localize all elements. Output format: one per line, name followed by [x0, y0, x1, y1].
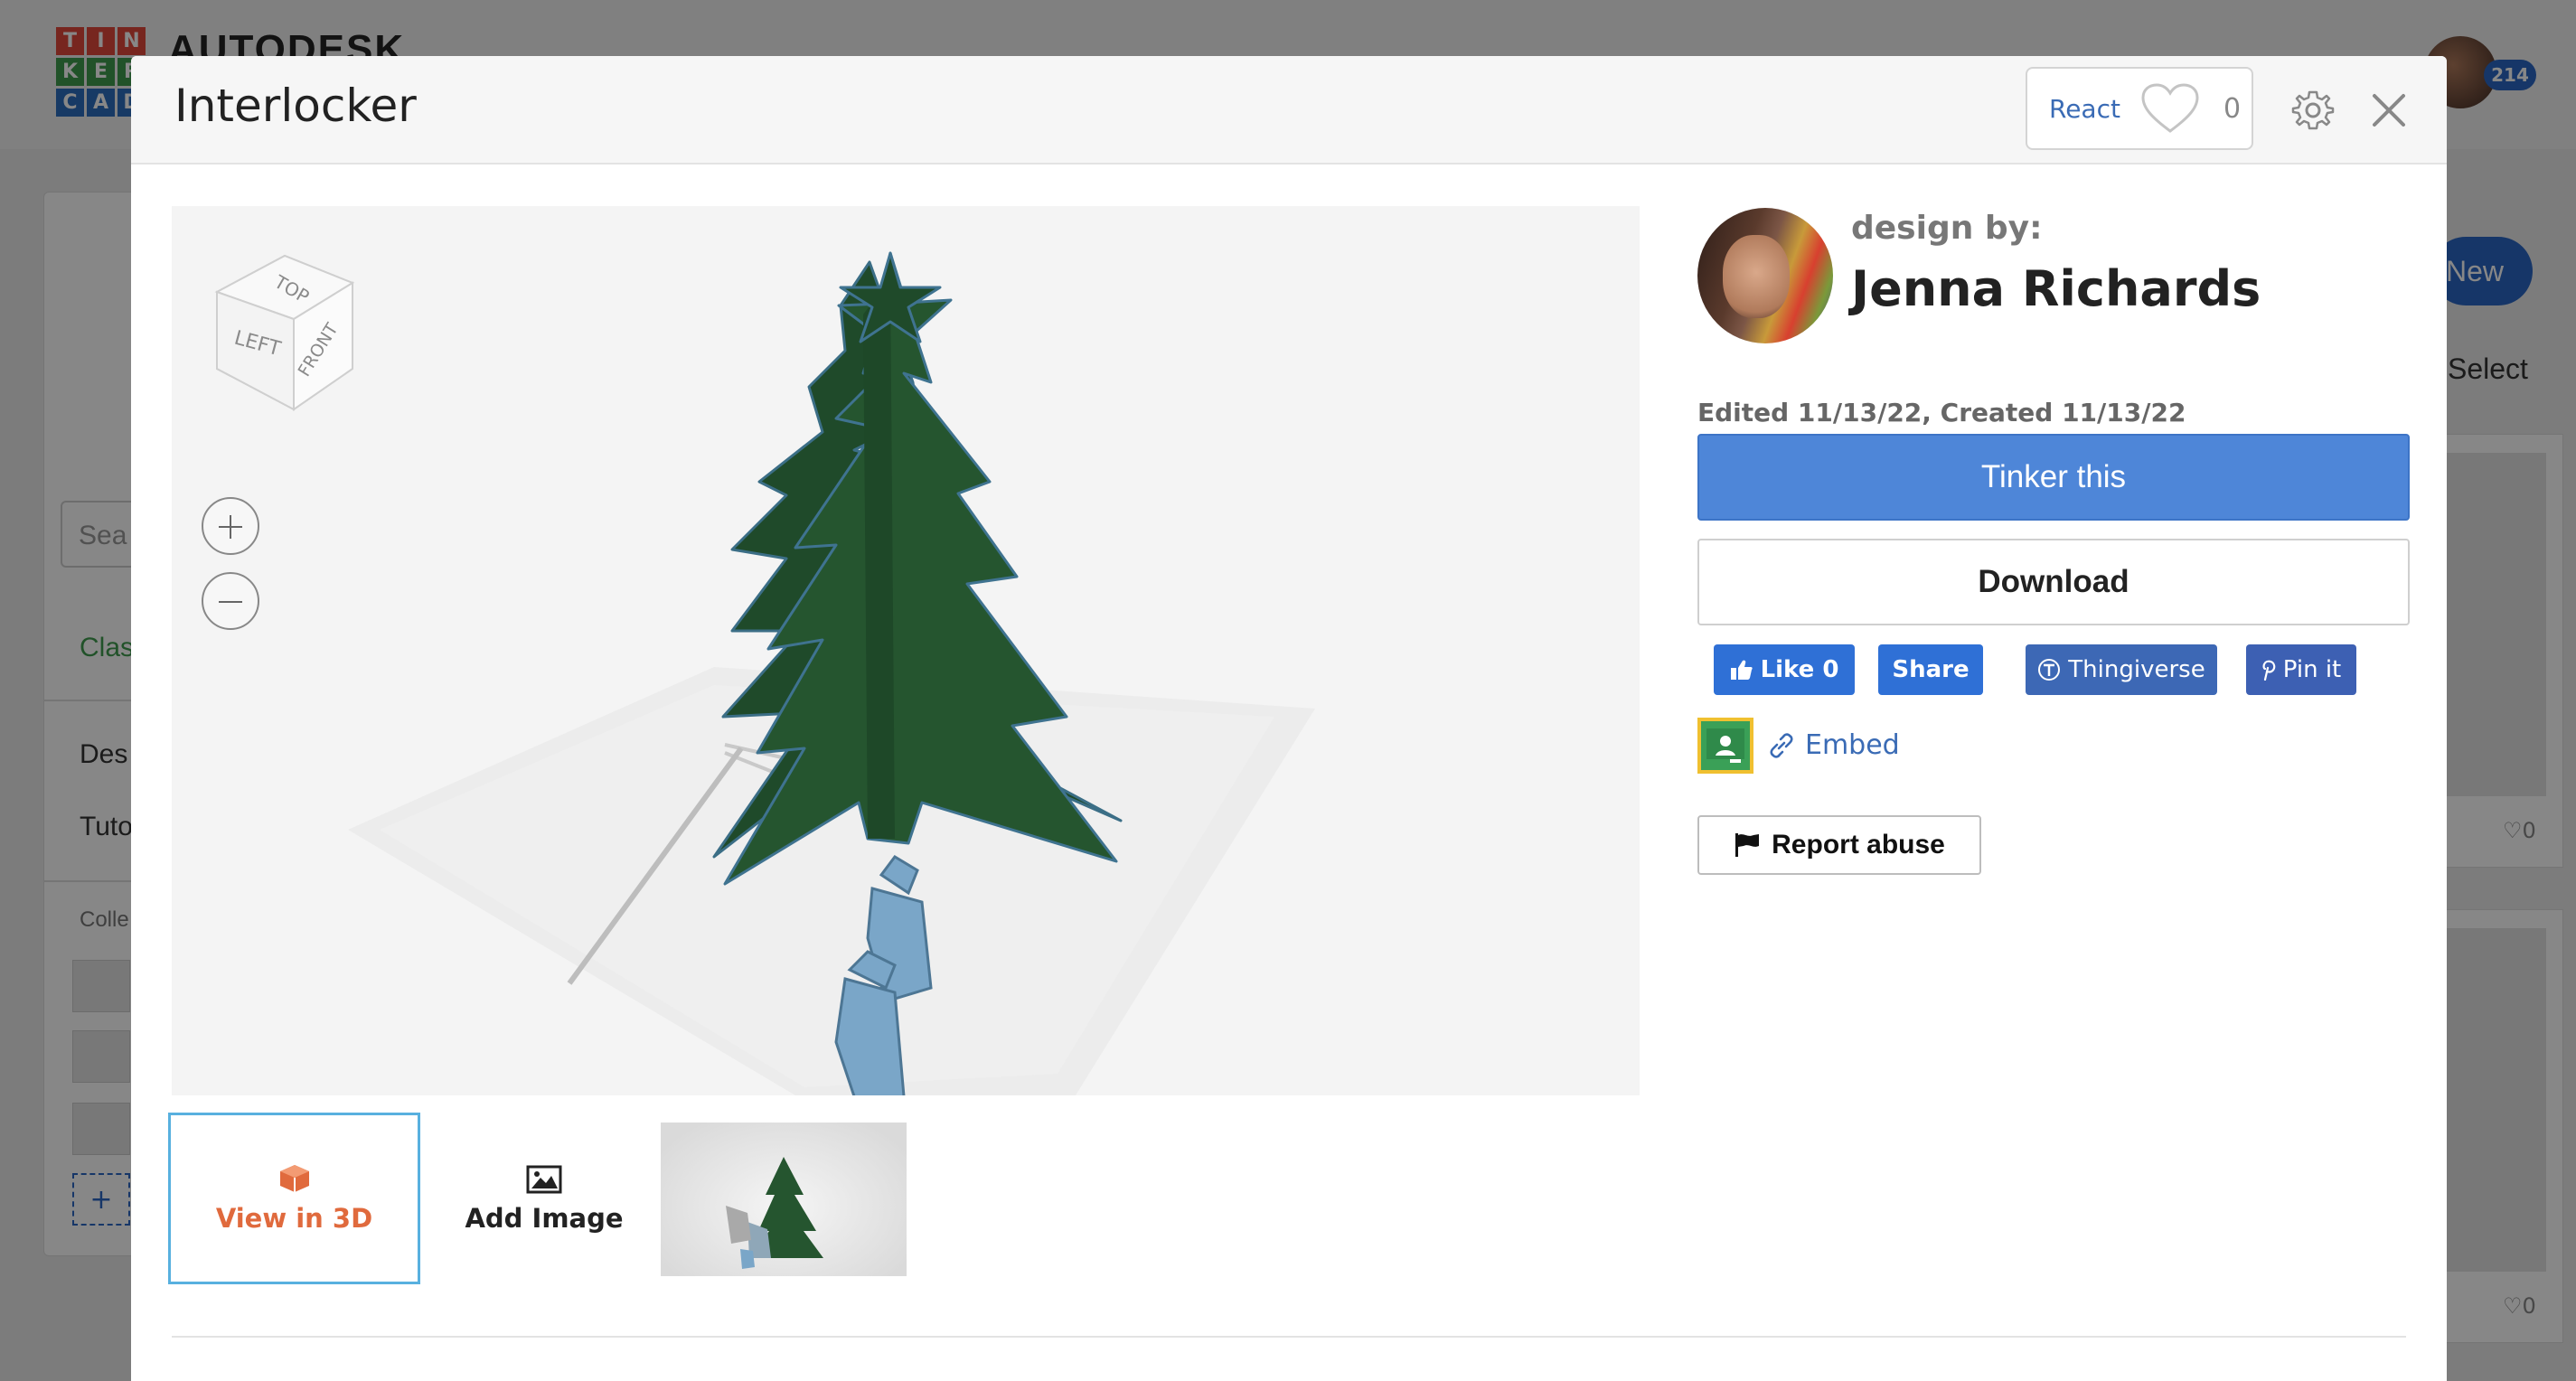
design-detail-modal: Interlocker React 0 TOP LEFT FRONT View … [131, 56, 2447, 1381]
pinterest-button[interactable]: Pin it [2246, 644, 2356, 695]
facebook-like-button[interactable]: Like 0 [1714, 644, 1855, 695]
modal-header: Interlocker React 0 [131, 56, 2447, 164]
zoom-in-button[interactable] [202, 497, 259, 555]
flag-icon [1735, 833, 1760, 857]
thingiverse-label: Thingiverse [2068, 656, 2205, 683]
close-icon[interactable] [2367, 89, 2411, 132]
3d-viewer[interactable]: TOP LEFT FRONT [172, 206, 1640, 1095]
design-by-label: design by: [1851, 210, 2043, 247]
image-icon [526, 1165, 562, 1194]
embed-link[interactable]: Embed [1805, 729, 1900, 761]
report-abuse-label: Report abuse [1772, 830, 1945, 860]
view-in-3d-tab[interactable]: View in 3D [168, 1113, 420, 1284]
heart-icon [2141, 83, 2199, 133]
add-image-button[interactable]: Add Image [422, 1115, 666, 1283]
view-in-3d-label: View in 3D [215, 1203, 373, 1234]
react-button[interactable]: React 0 [2026, 67, 2253, 150]
zoom-out-button[interactable] [202, 572, 259, 630]
thingiverse-icon [2038, 659, 2061, 681]
gear-icon[interactable] [2291, 89, 2335, 132]
link-icon[interactable] [1768, 732, 1795, 759]
author-name-link[interactable]: Jenna Richards [1851, 260, 2261, 317]
tinker-this-button[interactable]: Tinker this [1697, 434, 2410, 521]
design-title: Interlocker [174, 80, 417, 132]
pinterest-icon [2262, 660, 2276, 681]
section-divider [172, 1336, 2406, 1338]
pin-label: Pin it [2282, 656, 2342, 683]
facebook-share-button[interactable]: Share [1878, 644, 1983, 695]
add-image-label: Add Image [465, 1203, 624, 1234]
google-classroom-icon [1706, 728, 1744, 763]
like-label: Like 0 [1760, 656, 1839, 683]
react-label: React [2049, 93, 2120, 124]
report-abuse-button[interactable]: Report abuse [1697, 815, 1981, 875]
thumbs-up-icon [1730, 660, 1753, 680]
google-classroom-button[interactable] [1697, 718, 1753, 774]
edit-created-dates: Edited 11/13/22, Created 11/13/22 [1697, 398, 2186, 427]
author-avatar[interactable] [1697, 208, 1833, 343]
react-count: 0 [2223, 92, 2242, 125]
download-button[interactable]: Download [1697, 539, 2410, 625]
tree-thumbnail-graphic [726, 1157, 823, 1269]
thingiverse-button[interactable]: Thingiverse [2026, 644, 2217, 695]
tree-3d-model[interactable] [172, 206, 1640, 1095]
cube-icon [279, 1165, 309, 1192]
design-thumbnail-image[interactable] [661, 1123, 907, 1276]
view-cube[interactable]: TOP LEFT FRONT [199, 242, 371, 414]
author-face [1723, 235, 1790, 318]
